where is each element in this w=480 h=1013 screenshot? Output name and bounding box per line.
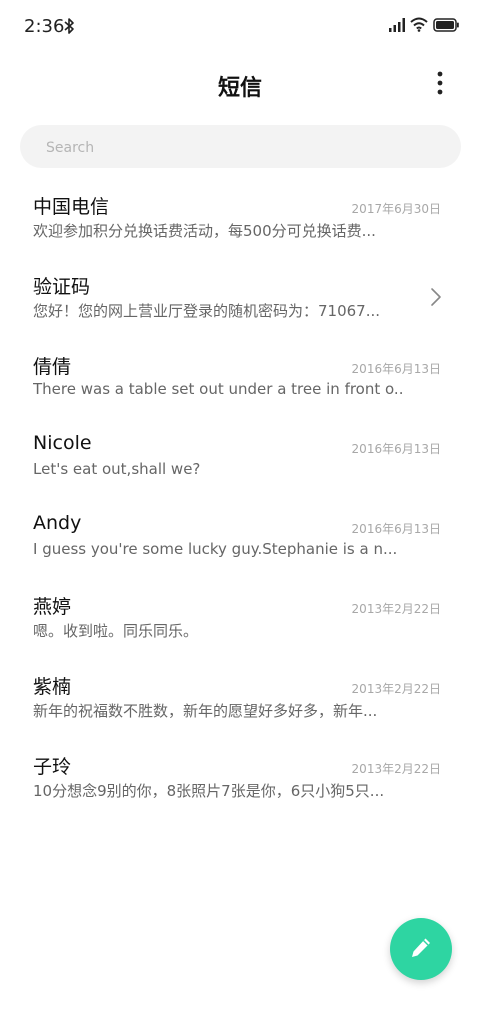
- conversation-preview: 10分想念9别的你，8张照片7张是你，6只小狗5只...: [33, 782, 385, 800]
- page-title: 短信: [217, 76, 262, 101]
- battery-icon: [433, 18, 459, 32]
- conversation-item[interactable]: 验证码 您好！您的网上营业厅登录的随机密码为：71067...: [0, 260, 480, 340]
- conversation-date: 2013年2月22日: [351, 762, 441, 776]
- conversation-preview: There was a table set out under a tree i…: [33, 380, 403, 398]
- conversation-preview: Let's eat out,shall we?: [33, 460, 201, 478]
- conversation-preview: 您好！您的网上营业厅登录的随机密码为：71067...: [33, 302, 381, 320]
- chevron-right-icon: [431, 288, 441, 306]
- signal-icon: [389, 18, 405, 32]
- more-vertical-icon[interactable]: [430, 70, 450, 96]
- conversation-date: 2013年2月22日: [351, 682, 441, 696]
- pencil-icon: [412, 938, 430, 957]
- conversation-date: 2016年6月13日: [351, 362, 441, 376]
- conversation-sender: Andy: [33, 512, 82, 534]
- conversation-preview: 欢迎参加积分兑换话费活动，每500分可兑换话费...: [33, 222, 376, 240]
- conversation-item[interactable]: Nicole 2016年6月13日 Let's eat out,shall we…: [0, 420, 480, 500]
- status-bar: 2:36: [0, 0, 480, 52]
- conversation-preview: 嗯。收到啦。同乐同乐。: [33, 622, 199, 640]
- conversation-preview: 新年的祝福数不胜数，新年的愿望好多好多，新年...: [33, 702, 378, 720]
- conversation-sender: 倩倩: [33, 356, 72, 378]
- conversation-list: 中国电信 2017年6月30日 欢迎参加积分兑换话费活动，每500分可兑换话费.…: [0, 180, 480, 820]
- conversation-sender: 中国电信: [33, 196, 110, 218]
- status-time: 2:36: [24, 16, 65, 37]
- conversation-sender: 验证码: [33, 276, 91, 298]
- compose-button[interactable]: [390, 918, 452, 980]
- conversation-sender: Nicole: [33, 432, 92, 454]
- conversation-date: 2017年6月30日: [351, 202, 441, 216]
- conversation-item[interactable]: 燕婷 2013年2月22日 嗯。收到啦。同乐同乐。: [0, 580, 480, 660]
- search-input[interactable]: [44, 125, 438, 170]
- conversation-sender: 子玲: [33, 756, 72, 778]
- search-bar[interactable]: [20, 125, 461, 170]
- bluetooth-icon: [64, 18, 74, 34]
- conversation-item[interactable]: 中国电信 2017年6月30日 欢迎参加积分兑换话费活动，每500分可兑换话费.…: [0, 180, 480, 260]
- conversation-date: 2013年2月22日: [351, 602, 441, 616]
- conversation-sender: 燕婷: [33, 596, 72, 618]
- conversation-item[interactable]: Andy 2016年6月13日 I guess you're some luck…: [0, 500, 480, 580]
- conversation-date: 2016年6月13日: [351, 442, 441, 456]
- messages-screen: 2:36 短信 中国电信: [0, 0, 480, 1013]
- conversation-date: 2016年6月13日: [351, 522, 441, 536]
- conversation-item[interactable]: 倩倩 2016年6月13日 There was a table set out …: [0, 340, 480, 420]
- conversation-item[interactable]: 子玲 2013年2月22日 10分想念9别的你，8张照片7张是你，6只小狗5只.…: [0, 740, 480, 820]
- conversation-sender: 紫楠: [33, 676, 72, 698]
- conversation-preview: I guess you're some lucky guy.Stephanie …: [33, 540, 398, 558]
- wifi-icon: [410, 17, 428, 32]
- conversation-item[interactable]: 紫楠 2013年2月22日 新年的祝福数不胜数，新年的愿望好多好多，新年...: [0, 660, 480, 740]
